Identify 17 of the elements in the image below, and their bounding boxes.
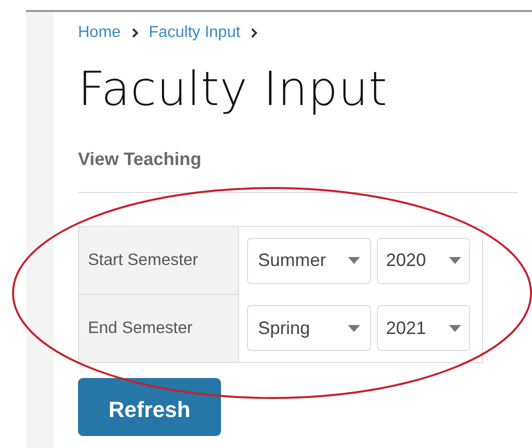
breadcrumb-link[interactable]: Home — [78, 24, 121, 42]
dropdown[interactable]: 2020 — [377, 238, 470, 284]
caret-icon — [449, 324, 461, 332]
caret-icon — [348, 257, 360, 264]
caret-icon — [449, 257, 461, 264]
filter-label: Start Semester — [78, 226, 238, 294]
dropdown[interactable]: 2021 — [377, 305, 470, 352]
filter-label: End Semester — [78, 294, 238, 362]
chevron-icon — [250, 28, 258, 38]
section-heading: View Teaching — [78, 149, 202, 170]
page-title: Faculty Input — [78, 62, 389, 117]
dropdown[interactable]: Summer — [247, 238, 371, 284]
dropdown[interactable]: Spring — [247, 305, 371, 352]
chevron-icon — [130, 28, 139, 38]
caret-icon — [348, 324, 360, 332]
breadcrumb-link[interactable]: Faculty Input — [148, 24, 240, 42]
refresh-button[interactable]: Refresh — [78, 378, 221, 436]
